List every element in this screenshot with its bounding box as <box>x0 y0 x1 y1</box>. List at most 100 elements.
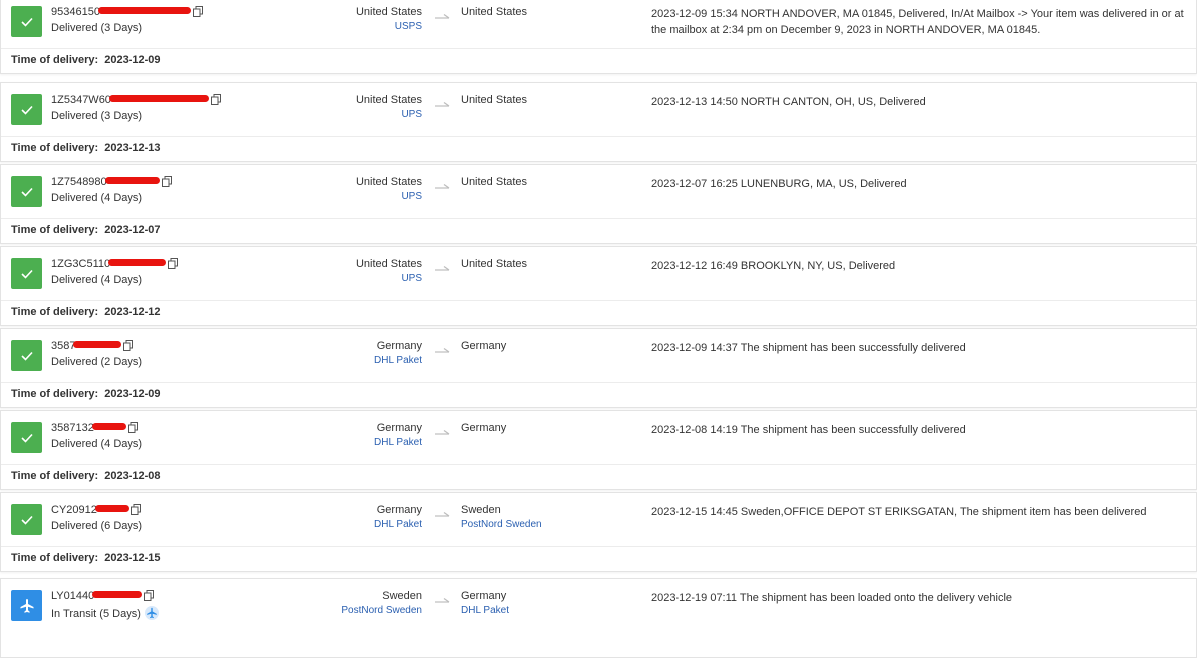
time-of-delivery: Time of delivery: 2023-12-07 <box>11 224 161 236</box>
copy-icon[interactable] <box>123 340 134 351</box>
status-label: Delivered (4 Days) <box>51 438 143 450</box>
origin-country: United States <box>355 94 422 106</box>
arrow-right-icon <box>435 100 451 110</box>
destination-country: United States <box>461 176 528 188</box>
origin: Germany DHL Paket <box>374 504 422 530</box>
latest-event: 2023-12-09 15:34 NORTH ANDOVER, MA 01845… <box>651 8 1184 36</box>
divider <box>1 300 1196 301</box>
divider <box>1 48 1196 49</box>
origin-carrier-link[interactable]: DHL Paket <box>374 519 422 530</box>
shipment-card[interactable]: LY01440 In Transit (5 Days) Sweden PostNord… <box>0 578 1197 658</box>
check-icon <box>11 6 42 37</box>
latest-event: 2023-12-13 14:50 NORTH CANTON, OH, US, D… <box>651 96 926 108</box>
destination-carrier-link[interactable]: PostNord Sweden <box>461 519 542 530</box>
origin-carrier-link[interactable]: USPS <box>356 21 422 32</box>
shipment-card[interactable]: 95346150 Delivered (3 Days) United States U… <box>0 0 1197 74</box>
shipment-card[interactable]: 1Z5347W60 Delivered (3 Days) United States… <box>0 82 1197 162</box>
plane-icon <box>11 590 42 621</box>
check-icon <box>11 422 42 453</box>
latest-event: 2023-12-19 07:11 The shipment has been l… <box>651 592 1013 604</box>
copy-icon[interactable] <box>130 504 141 515</box>
time-of-delivery-label: Time of delivery: <box>11 470 99 482</box>
shipment-card[interactable]: 3587132 Delivered (4 Days) Germany DHL Pake… <box>0 410 1197 490</box>
destination-country: Germany <box>461 590 507 602</box>
origin-country: Germany <box>376 340 422 352</box>
copy-icon[interactable] <box>168 258 179 269</box>
origin-carrier-link[interactable]: UPS <box>356 191 422 202</box>
status-label: Delivered (4 Days) <box>51 192 143 204</box>
divider <box>1 136 1196 137</box>
redaction-mark <box>94 505 129 512</box>
origin: Sweden PostNord Sweden <box>341 590 422 616</box>
tracking-number[interactable]: 1ZG3C5110 <box>51 258 179 270</box>
copy-icon[interactable] <box>192 6 203 17</box>
check-icon <box>11 94 42 125</box>
origin: United States UPS <box>356 258 422 284</box>
origin-country: United States <box>355 176 422 188</box>
origin-carrier-link[interactable]: DHL Paket <box>374 355 422 366</box>
origin-country: Germany <box>376 422 422 434</box>
arrow-right-icon <box>435 264 451 274</box>
tracking-number-text: 3587 <box>51 340 76 352</box>
tracking-number[interactable]: CY20912 <box>51 504 141 516</box>
latest-event: 2023-12-07 16:25 LUNENBURG, MA, US, Deli… <box>651 178 907 190</box>
arrow-right-icon <box>435 596 451 606</box>
time-of-delivery: Time of delivery: 2023-12-13 <box>11 142 161 154</box>
time-of-delivery: Time of delivery: 2023-12-12 <box>11 306 161 318</box>
shipment-card[interactable]: CY20912 Delivered (6 Days) Germany DHL Pake… <box>0 492 1197 572</box>
origin-carrier-link[interactable]: PostNord Sweden <box>341 605 422 616</box>
status-text: Delivered (4 Days) <box>51 192 142 204</box>
tracking-number-text: CY20912 <box>51 504 97 516</box>
destination-carrier-link[interactable]: DHL Paket <box>461 605 509 616</box>
origin-carrier-link[interactable]: UPS <box>356 273 422 284</box>
time-of-delivery-value: 2023-12-15 <box>104 552 161 564</box>
time-of-delivery-label: Time of delivery: <box>11 552 99 564</box>
status-text: Delivered (6 Days) <box>51 520 142 532</box>
shipment-card[interactable]: 3587 Delivered (2 Days) Germany DHL Paket Ge… <box>0 328 1197 408</box>
tracking-number[interactable]: 95346150 <box>51 6 203 18</box>
arrow-right-icon <box>435 428 451 438</box>
destination-country: Germany <box>461 340 507 352</box>
check-icon <box>11 176 42 207</box>
redaction-mark <box>108 95 209 102</box>
latest-event: 2023-12-08 14:19 The shipment has been s… <box>651 424 966 436</box>
tracking-number-text: LY01440 <box>51 590 95 602</box>
origin-country: Germany <box>376 504 422 516</box>
tracking-number[interactable]: 1Z5347W60 <box>51 94 221 106</box>
divider <box>1 546 1196 547</box>
tracking-number[interactable]: 3587132 <box>51 422 138 434</box>
destination-country: United States <box>461 94 528 106</box>
time-of-delivery-value: 2023-12-07 <box>104 224 161 236</box>
tracking-number-text: 1Z7548980 <box>51 176 107 188</box>
arrow-right-icon <box>435 12 451 22</box>
origin: United States UPS <box>356 94 422 120</box>
status-text: Delivered (2 Days) <box>51 356 142 368</box>
latest-event: 2023-12-15 14:45 Sweden,OFFICE DEPOT ST … <box>651 506 1147 518</box>
origin-carrier-link[interactable]: UPS <box>356 109 422 120</box>
copy-icon[interactable] <box>161 176 172 187</box>
time-of-delivery-value: 2023-12-09 <box>104 54 161 66</box>
tracking-number[interactable]: LY01440 <box>51 590 155 602</box>
tracking-number-text: 95346150 <box>51 6 100 18</box>
tracking-number[interactable]: 1Z7548980 <box>51 176 172 188</box>
shipment-card[interactable]: 1ZG3C5110 Delivered (4 Days) United States… <box>0 246 1197 326</box>
tracking-number-text: 1ZG3C5110 <box>51 258 111 270</box>
copy-icon[interactable] <box>210 94 221 105</box>
tracking-number[interactable]: 3587 <box>51 340 134 352</box>
origin: Germany DHL Paket <box>374 340 422 366</box>
status-label: Delivered (4 Days) <box>51 274 143 286</box>
origin-country: United States <box>355 6 422 18</box>
time-of-delivery-value: 2023-12-08 <box>104 470 161 482</box>
origin-carrier-link[interactable]: DHL Paket <box>374 437 422 448</box>
status-text: Delivered (3 Days) <box>51 110 142 122</box>
shipment-card[interactable]: 1Z7548980 Delivered (4 Days) United States… <box>0 164 1197 244</box>
time-of-delivery-value: 2023-12-09 <box>104 388 161 400</box>
copy-icon[interactable] <box>144 590 155 601</box>
destination: United States <box>461 258 527 270</box>
origin: Germany DHL Paket <box>374 422 422 448</box>
time-of-delivery: Time of delivery: 2023-12-08 <box>11 470 161 482</box>
copy-icon[interactable] <box>127 422 138 433</box>
destination-country: United States <box>461 258 528 270</box>
origin-country: United States <box>355 258 422 270</box>
check-icon <box>11 258 42 289</box>
